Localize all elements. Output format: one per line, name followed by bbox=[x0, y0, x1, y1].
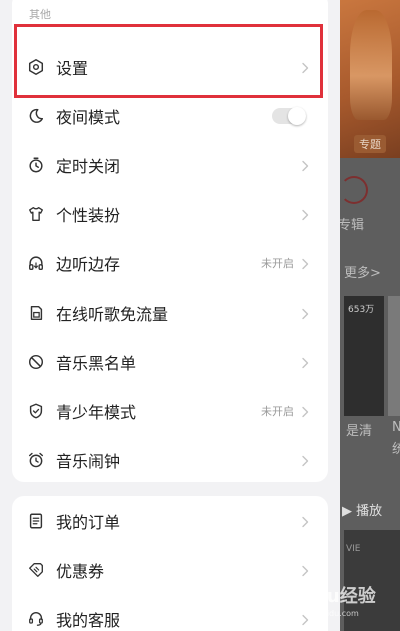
menu-item-label: 在线听歌免流量 bbox=[56, 304, 169, 324]
toggle-knob bbox=[288, 107, 306, 126]
menu-item-label: 优惠券 bbox=[56, 562, 105, 581]
coupon-icon bbox=[26, 560, 46, 580]
menu-item-sim-card[interactable]: 在线听歌免流量 bbox=[12, 289, 328, 337]
chevron-right-icon bbox=[298, 355, 312, 369]
menu-item-label: 我的订单 bbox=[56, 513, 121, 532]
order-document-icon bbox=[26, 511, 46, 531]
chevron-right-icon bbox=[298, 453, 312, 467]
menu-item-label: 边听边存 bbox=[56, 255, 121, 275]
menu-item-order-document[interactable]: 我的订单 bbox=[12, 497, 328, 545]
vie-label: VIE bbox=[346, 544, 361, 554]
watermark: Baidu经验 bbox=[282, 586, 376, 607]
chevron-right-icon bbox=[298, 207, 312, 221]
moon-icon bbox=[26, 106, 46, 126]
more-link: 更多> bbox=[344, 266, 381, 281]
menu-item-label: 音乐黑名单 bbox=[56, 353, 137, 373]
banner-tag: 专题 bbox=[354, 135, 386, 153]
shield-icon bbox=[26, 401, 46, 421]
menu-item-status: 未开启 bbox=[261, 404, 294, 418]
chevron-right-icon bbox=[298, 158, 312, 172]
chevron-right-icon bbox=[298, 256, 312, 270]
play-button: ▶ 播放 bbox=[342, 504, 383, 519]
menu-item-headphones[interactable]: 边听边存 未开启 bbox=[12, 239, 328, 287]
account-card: 我的订单优惠券我的客服 bbox=[12, 496, 328, 631]
section-title: 其他 bbox=[29, 8, 51, 21]
alarm-clock-icon bbox=[26, 450, 46, 470]
menu-item-alarm-clock[interactable]: 音乐闹钟 bbox=[12, 436, 328, 484]
album-label: 专辑 bbox=[338, 218, 365, 233]
playlist-thumbnail-2 bbox=[388, 296, 400, 416]
menu-item-label: 定时关闭 bbox=[56, 157, 121, 177]
album-icon bbox=[340, 176, 368, 204]
menu-item-shield[interactable]: 青少年模式 未开启 bbox=[12, 387, 328, 435]
menu-item-label: 我的客服 bbox=[56, 611, 121, 630]
highlight-annotation-box bbox=[14, 24, 323, 98]
block-icon bbox=[26, 352, 46, 372]
chevron-right-icon bbox=[298, 514, 312, 528]
menu-item-customer-service[interactable]: 我的客服 bbox=[12, 595, 328, 631]
playlist-caption-3: 统 bbox=[392, 442, 400, 457]
playlist-caption-2: N bbox=[392, 420, 400, 435]
tshirt-icon bbox=[26, 204, 46, 224]
customer-service-icon bbox=[26, 609, 46, 629]
headphones-icon bbox=[26, 253, 46, 273]
sim-card-icon bbox=[26, 303, 46, 323]
menu-item-moon[interactable]: 夜间模式 bbox=[12, 92, 328, 140]
chevron-right-icon bbox=[298, 563, 312, 577]
night-mode-toggle[interactable] bbox=[272, 107, 306, 126]
menu-item-status: 未开启 bbox=[261, 257, 294, 271]
banner-portrait bbox=[350, 10, 392, 120]
chevron-right-icon bbox=[298, 306, 312, 320]
watermark-url: jingyan.baidu.com bbox=[285, 609, 359, 618]
menu-item-label: 夜间模式 bbox=[56, 108, 121, 128]
menu-item-coupon[interactable]: 优惠券 bbox=[12, 546, 328, 594]
playlist-caption-1: 是清 bbox=[346, 424, 373, 439]
menu-item-timer[interactable]: 定时关闭 bbox=[12, 141, 328, 189]
menu-item-label: 音乐闹钟 bbox=[56, 451, 121, 471]
menu-item-tshirt[interactable]: 个性装扮 bbox=[12, 190, 328, 238]
timer-icon bbox=[26, 155, 46, 175]
side-drawer: 其他 设置 夜间模式 定时关闭 个性装扮 边听边存 未开启 在线听歌免流量 音乐黑名单 青少年模… bbox=[0, 0, 340, 631]
menu-item-block[interactable]: 音乐黑名单 bbox=[12, 338, 328, 386]
menu-item-label: 个性装扮 bbox=[56, 206, 121, 226]
chevron-right-icon bbox=[298, 404, 312, 418]
play-count: 653万 bbox=[348, 305, 375, 315]
menu-item-label: 青少年模式 bbox=[56, 402, 137, 422]
